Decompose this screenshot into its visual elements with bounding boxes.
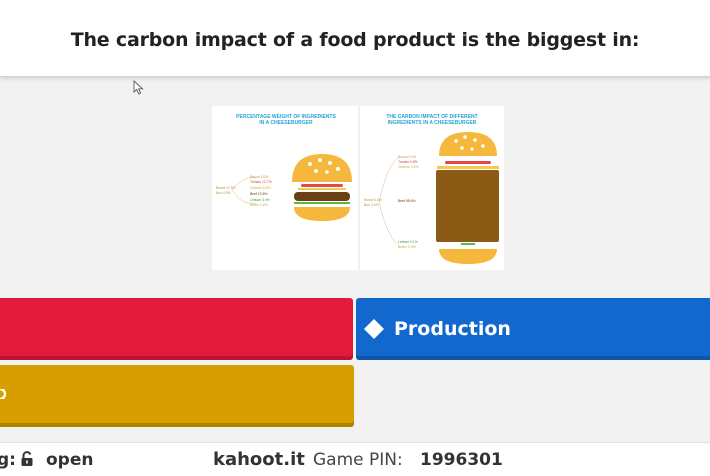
right-side-label-2: Bun 1.4% [364, 203, 379, 207]
left-label-tomato: Tomato 12.7% [250, 180, 272, 184]
left-label-butter: Butter 1.6% [250, 203, 268, 207]
diamond-icon [360, 315, 388, 343]
right-label-cheese: Cheese 2.5% [398, 165, 418, 169]
left-label-beef: Beef 13.5% [250, 192, 268, 196]
mouse-cursor-icon [133, 80, 144, 95]
left-side-label-2: Bun 4.8% [216, 191, 231, 195]
circle-icon-partial [0, 389, 6, 399]
right-side-label-1: Bread 6.0% [364, 198, 382, 202]
access-label-partial: g: [0, 450, 16, 470]
right-label-lettuce: Lettuce 0.1% [398, 240, 418, 244]
left-label-bacon: Bacon 3.0% [250, 175, 268, 179]
right-chart-title-2: INGREDIENTS IN A CHEESEBURGER [388, 120, 477, 126]
access-status: open [46, 450, 94, 470]
question-image: PERCENTAGE WEIGHT OF INGREDIENTS IN A CH… [212, 106, 504, 270]
answer-red[interactable] [0, 298, 353, 360]
right-label-bacon: Bacon 0.4% [398, 155, 416, 159]
answer-blue-production[interactable]: Production [356, 298, 710, 360]
right-label-butter: Butter 0.4% [398, 245, 416, 249]
answer-blue-label: Production [394, 317, 511, 340]
game-pin-label: Game PIN: [313, 450, 403, 470]
right-label-beef: Beef 95.6% [398, 199, 416, 203]
right-label-tomato: Tomato 0.8% [398, 160, 418, 164]
left-chart-title-2: IN A CHEESEBURGER [259, 120, 313, 126]
unlock-icon [21, 451, 33, 466]
question-title: The carbon impact of a food product is t… [70, 29, 640, 51]
left-label-cheese: Cheese 8.5% [250, 186, 270, 190]
footer-bar: g: open kahoot.it Game PIN: 1996301 [0, 442, 710, 476]
answer-yellow[interactable] [0, 365, 354, 427]
game-pin-value: 1996301 [420, 450, 503, 470]
site-name: kahoot.it [213, 449, 305, 470]
question-bar: The carbon impact of a food product is t… [0, 0, 710, 77]
left-side-label-1: Bread 47.5% [216, 186, 236, 190]
left-label-lettuce: Lettuce 3.4% [250, 198, 270, 202]
